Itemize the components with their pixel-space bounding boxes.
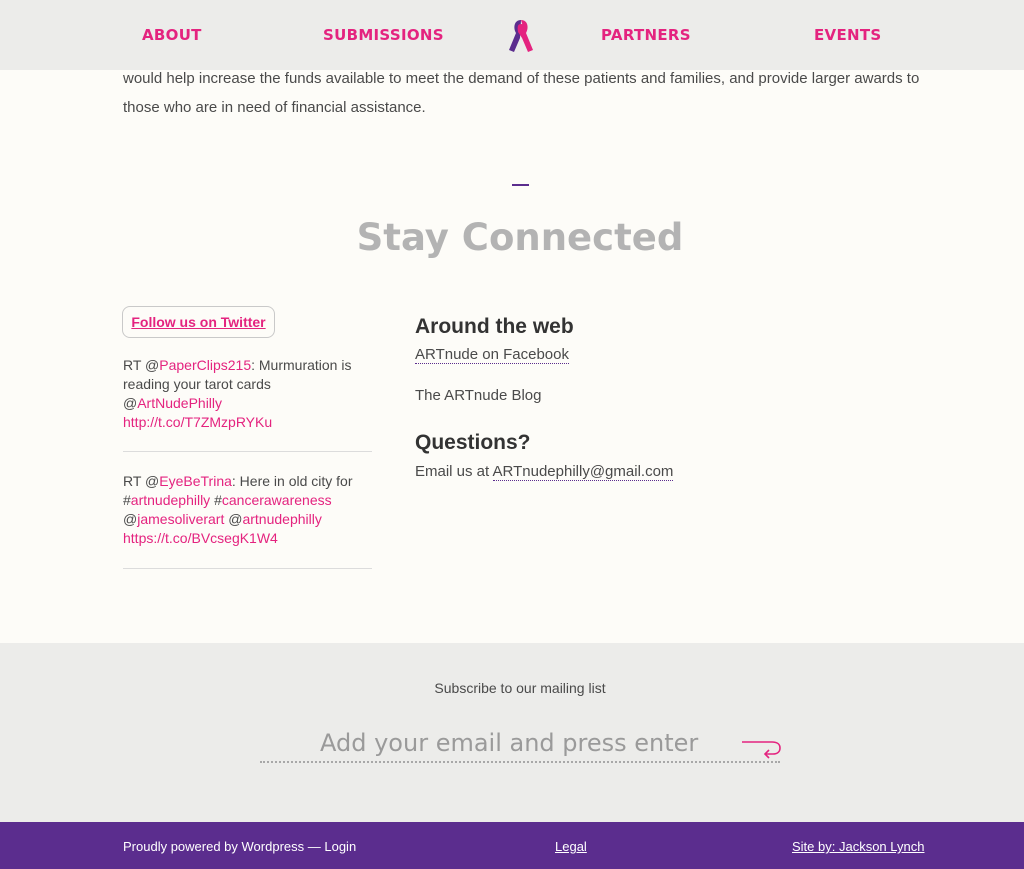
- tweet-mention-link[interactable]: ArtNudePhilly: [137, 395, 222, 411]
- tweet-handle-link[interactable]: EyeBeTrina: [159, 473, 232, 489]
- tweet-mention-link[interactable]: jamesoliverart: [137, 511, 224, 527]
- follow-twitter-button[interactable]: Follow us on Twitter: [122, 306, 275, 338]
- tweet-hashtag-link[interactable]: cancerawareness: [222, 492, 332, 508]
- footer-separator: —: [304, 839, 325, 854]
- tweet-text: @: [224, 511, 243, 527]
- tweet-url-link[interactable]: https://t.co/BVcsegK1W4: [123, 530, 278, 546]
- tweet-mention-link[interactable]: artnudephilly: [242, 511, 321, 527]
- around-web-heading: Around the web: [415, 315, 574, 338]
- subscribe-label: Subscribe to our mailing list: [434, 680, 606, 696]
- subscribe-email-input[interactable]: [260, 725, 780, 763]
- contact-email-link[interactable]: ARTnudephilly@gmail.com: [492, 463, 674, 481]
- email-prefix: Email us at: [415, 463, 493, 480]
- subscribe-section: Subscribe to our mailing list: [0, 643, 1024, 822]
- contact-email-text: Email us at ARTnudephilly@gmail.com: [415, 463, 674, 481]
- ribbon-icon[interactable]: [506, 16, 536, 56]
- tweet-item: RT @PaperClips215: Murmuration is readin…: [123, 356, 372, 452]
- wordpress-link[interactable]: Proudly powered by Wordpress: [123, 839, 304, 854]
- site-credit-link[interactable]: Site by: Jackson Lynch: [792, 839, 924, 854]
- intro-paragraph: would help increase the funds available …: [123, 70, 920, 116]
- site-footer: Proudly powered by Wordpress — Login Leg…: [0, 822, 1024, 869]
- tweet-url-link[interactable]: http://t.co/T7ZMzpRYKu: [123, 414, 272, 430]
- tweet-text: #: [210, 492, 222, 508]
- tweet-handle-link[interactable]: PaperClips215: [159, 357, 251, 373]
- tweet-text: @: [123, 511, 138, 527]
- section-divider: [512, 184, 529, 186]
- site-header: ABOUT SUBMISSIONS PARTNERS EVENTS: [0, 0, 1024, 70]
- nav-partners[interactable]: PARTNERS: [601, 26, 691, 44]
- legal-link[interactable]: Legal: [555, 839, 587, 854]
- questions-heading: Questions?: [415, 431, 531, 454]
- return-arrow-icon[interactable]: [740, 737, 782, 759]
- tweet-hashtag-link[interactable]: artnudephilly: [131, 492, 210, 508]
- blog-link[interactable]: The ARTnude Blog: [415, 387, 541, 404]
- powered-by-text: Proudly powered by Wordpress — Login: [123, 839, 356, 854]
- nav-submissions[interactable]: SUBMISSIONS: [323, 26, 444, 44]
- nav-events[interactable]: EVENTS: [814, 26, 882, 44]
- nav-about[interactable]: ABOUT: [142, 26, 202, 44]
- facebook-link[interactable]: ARTnude on Facebook: [415, 346, 569, 364]
- stay-connected-title: Stay Connected: [356, 216, 684, 259]
- login-link[interactable]: Login: [324, 839, 356, 854]
- tweet-item: RT @EyeBeTrina: Here in old city for #ar…: [123, 472, 372, 569]
- tweet-prefix: RT @: [123, 357, 160, 373]
- tweet-prefix: RT @: [123, 473, 160, 489]
